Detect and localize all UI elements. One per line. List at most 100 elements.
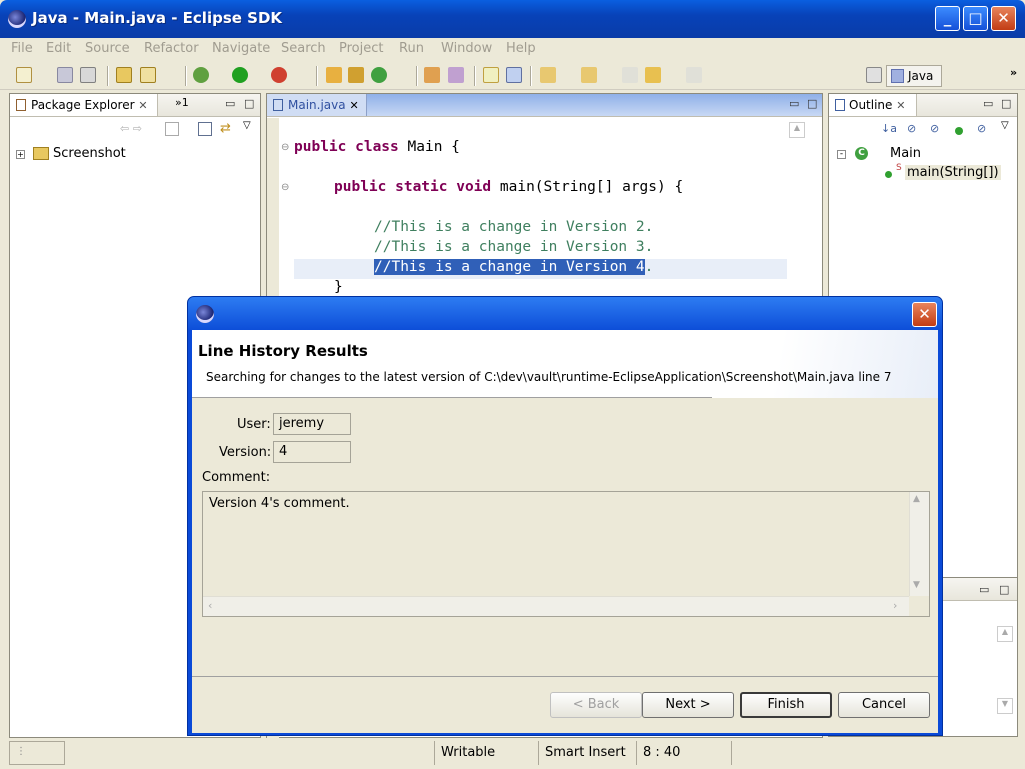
home-icon[interactable] (165, 122, 179, 136)
hide-static-icon[interactable]: ⊘ (930, 122, 939, 135)
pin-icon[interactable] (448, 67, 464, 83)
comment-label: Comment: (202, 470, 271, 485)
close-button[interactable]: ✕ (991, 6, 1016, 31)
code-line[interactable]: public class Main { (294, 139, 460, 155)
highlight-icon[interactable] (483, 67, 499, 83)
tab-outline[interactable]: Outline ✕ (829, 94, 917, 116)
maximize-editor-icon[interactable]: □ (807, 97, 817, 110)
prev-annotation-icon[interactable] (581, 67, 597, 83)
comment-hscrollbar[interactable]: ‹ › (203, 596, 909, 616)
save-icon[interactable] (57, 67, 73, 83)
close-tab-icon[interactable]: ✕ (896, 99, 905, 112)
tab-main-java[interactable]: Main.java ✕ (267, 94, 367, 116)
view-menu-icon[interactable]: ▽ (243, 120, 251, 131)
banner-decoration (712, 330, 938, 398)
sort-icon[interactable]: ↓a (881, 122, 897, 135)
collapse-icon[interactable]: - (837, 150, 846, 159)
menu-help[interactable]: Help (506, 41, 536, 56)
back-forward-icon[interactable]: ⇦ ⇨ (120, 122, 142, 135)
cancel-button[interactable]: Cancel (838, 692, 930, 718)
dialog-close-button[interactable]: ✕ (912, 302, 937, 327)
version-label: Version: (219, 445, 272, 460)
menu-file[interactable]: File (11, 41, 33, 56)
tab-package-explorer[interactable]: Package Explorer ✕ (10, 94, 158, 116)
menu-edit[interactable]: Edit (46, 41, 71, 56)
debug-icon[interactable] (193, 67, 209, 83)
code-line[interactable]: public static void main(String[] args) { (334, 179, 683, 195)
scroll-right-arrow-icon[interactable]: › (893, 599, 897, 612)
menu-source[interactable]: Source (85, 41, 130, 56)
outline-method-item[interactable]: S main(String[]) (867, 163, 1017, 184)
link-with-editor-icon[interactable]: ⇄ (220, 121, 231, 136)
expand-icon[interactable]: + (16, 150, 25, 159)
comment-textarea[interactable]: Version 4's comment. ▲ ▼ ‹ › (202, 491, 930, 617)
back-button[interactable]: < Back (550, 692, 642, 718)
window-title-bar[interactable]: Java - Main.java - Eclipse SDK _ □ ✕ (0, 0, 1025, 38)
java-file-icon (273, 99, 283, 111)
toolbar-overflow-icon[interactable]: » (1010, 66, 1017, 79)
minimize-view-icon[interactable]: ▭ (979, 583, 989, 596)
maximize-view-icon[interactable]: □ (999, 583, 1009, 596)
next-annotation-icon[interactable] (540, 67, 556, 83)
hide-fields-icon[interactable]: ⊘ (907, 122, 916, 135)
back-icon[interactable] (645, 67, 661, 83)
open-type-icon[interactable] (326, 67, 342, 83)
code-text: . (644, 259, 654, 275)
code-line[interactable]: //This is a change in Version 3. (374, 239, 653, 255)
fold-icon[interactable]: ⊖ (281, 142, 289, 153)
close-tab-icon[interactable]: ✕ (138, 99, 147, 112)
maximize-view-icon[interactable]: □ (244, 97, 254, 110)
hide-local-types-icon[interactable]: ⊘ (977, 122, 986, 135)
minimize-view-icon[interactable]: ▭ (983, 97, 993, 110)
code-line[interactable]: //This is a change in Version 2. (374, 219, 653, 235)
user-field[interactable]: jeremy (273, 413, 351, 435)
view-overflow-label[interactable]: »1 (175, 96, 189, 109)
print-icon[interactable] (80, 67, 96, 83)
menu-navigate[interactable]: Navigate (212, 41, 270, 56)
scroll-left-arrow-icon[interactable]: ‹ (208, 599, 212, 612)
maximize-button[interactable]: □ (963, 6, 988, 31)
java-perspective-button[interactable]: Java (886, 65, 942, 87)
menu-run[interactable]: Run (399, 41, 424, 56)
scroll-down-arrow-icon[interactable]: ▼ (913, 580, 920, 590)
menu-search[interactable]: Search (281, 41, 326, 56)
editor-scroll-up[interactable]: ▲ (789, 122, 805, 138)
code-line[interactable]: } (334, 279, 343, 295)
code-line[interactable]: //This is a change in Version 4. (374, 259, 653, 275)
external-tools-icon[interactable] (271, 67, 287, 83)
comment-vscrollbar[interactable]: ▲ ▼ (909, 492, 929, 596)
maximize-view-icon[interactable]: □ (1001, 97, 1011, 110)
version-field[interactable]: 4 (273, 441, 351, 463)
view-menu-icon[interactable]: ▽ (1001, 120, 1009, 131)
last-edit-icon[interactable] (622, 67, 638, 83)
scroll-down[interactable]: ▼ (997, 698, 1013, 714)
minimize-view-icon[interactable]: ▭ (225, 97, 235, 110)
next-button[interactable]: Next > (642, 692, 734, 718)
forward-icon[interactable] (686, 67, 702, 83)
open-hierarchy-icon[interactable] (348, 67, 364, 83)
finish-button[interactable]: Finish (740, 692, 832, 718)
scroll-up-arrow-icon[interactable]: ▲ (913, 494, 920, 504)
minimize-editor-icon[interactable]: ▭ (789, 97, 799, 110)
close-tab-icon[interactable]: ✕ (349, 99, 358, 112)
fast-view-bar[interactable]: ⋮ (9, 741, 65, 765)
menu-project[interactable]: Project (339, 41, 383, 56)
fold-icon[interactable]: ⊖ (281, 182, 289, 193)
menu-refactor[interactable]: Refactor (144, 41, 199, 56)
hide-nonpublic-icon[interactable] (955, 127, 963, 135)
new-icon[interactable] (16, 67, 32, 83)
dialog-title-bar[interactable]: ✕ (188, 297, 942, 330)
button-divider (192, 676, 938, 677)
minimize-button[interactable]: _ (935, 6, 960, 31)
run-icon[interactable] (232, 67, 248, 83)
search-icon[interactable] (424, 67, 440, 83)
new-package-icon[interactable] (140, 67, 156, 83)
outline-class-item[interactable]: - C Main (837, 146, 1007, 164)
refresh-icon[interactable] (371, 67, 387, 83)
toggle-view-icon[interactable] (506, 67, 522, 83)
new-project-icon[interactable] (116, 67, 132, 83)
open-perspective-icon[interactable] (866, 67, 882, 83)
collapse-all-icon[interactable] (198, 122, 212, 136)
menu-window[interactable]: Window (441, 41, 492, 56)
scroll-up[interactable]: ▲ (997, 626, 1013, 642)
